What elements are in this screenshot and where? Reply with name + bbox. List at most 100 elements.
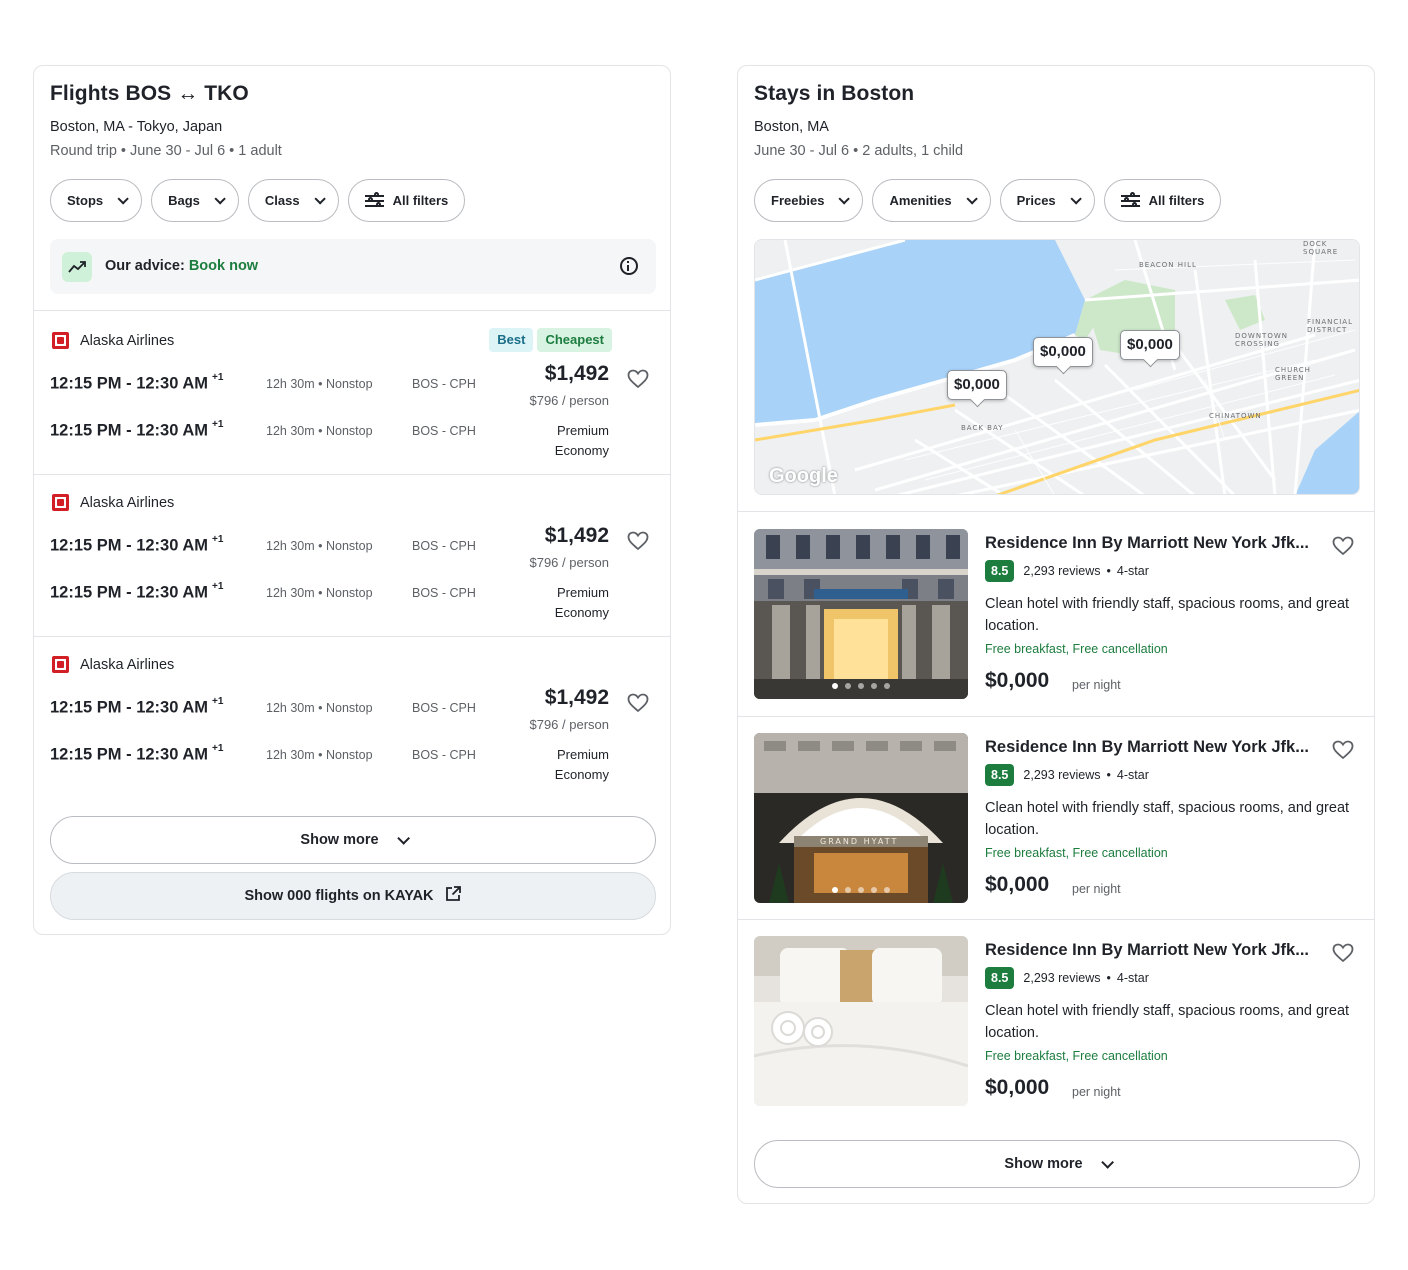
heart-icon[interactable]	[1332, 536, 1354, 556]
chevron-down-icon	[966, 192, 978, 205]
leg-duration: 12h 30m • Nonstop	[266, 701, 373, 715]
all-filters-button[interactable]: All filters	[347, 179, 466, 222]
hotel-map[interactable]: BEACON HILL BACK BAY CHINATOWN DOWNTOWN …	[754, 239, 1360, 495]
carousel-dots[interactable]	[754, 887, 968, 893]
heart-icon[interactable]	[627, 693, 649, 713]
hotel-name[interactable]: Residence Inn By Marriott New York Jfk..…	[985, 941, 1315, 960]
hotel-description: Clean hotel with friendly staff, spaciou…	[985, 596, 1350, 634]
carousel-dots[interactable]	[754, 683, 968, 689]
airline-name: Alaska Airlines	[80, 495, 175, 511]
amenities-filter-button[interactable]: Amenities	[872, 179, 991, 222]
flight-result[interactable]: Alaska Airlines 12:15 PM - 12:30 AM +1 12…	[34, 635, 670, 796]
separator-dot: •	[1106, 564, 1111, 578]
trending-up-icon	[62, 252, 92, 282]
show-more-label: Show more	[1004, 1156, 1083, 1172]
hotel-result[interactable]: GRAND HYATT Residence Inn By Marriott Ne…	[738, 716, 1374, 919]
heart-icon[interactable]	[627, 531, 649, 551]
show-more-stays-button[interactable]: Show more	[754, 1140, 1360, 1188]
advice-value: Book now	[188, 258, 259, 274]
advice-text: Our advice: Book now	[105, 258, 258, 274]
hotel-price: $0,000	[985, 1076, 1050, 1099]
price-per-person: $796 / person	[529, 717, 609, 732]
rating-score: 8.5	[985, 764, 1015, 786]
stops-filter-label: Stops	[67, 193, 104, 208]
info-icon[interactable]	[620, 257, 638, 275]
next-day-marker: +1	[212, 696, 224, 707]
price-per-person: $796 / person	[529, 393, 609, 408]
airline-name: Alaska Airlines	[80, 333, 175, 349]
map-label-chinatown: CHINATOWN	[1209, 412, 1262, 420]
flight-filters: Stops Bags Class All filters	[50, 179, 466, 222]
flight-leg: 12:15 PM - 12:30 AM +1 12h 30m • Nonstop …	[50, 372, 520, 396]
heart-icon[interactable]	[1332, 943, 1354, 963]
hotel-name[interactable]: Residence Inn By Marriott New York Jfk..…	[985, 738, 1315, 757]
hotel-photo-facade[interactable]	[754, 529, 968, 699]
chevron-down-icon	[1070, 192, 1082, 205]
leg-times-text: 12:15 PM - 12:30 AM	[50, 698, 209, 717]
leg-times-text: 12:15 PM - 12:30 AM	[50, 583, 209, 602]
flight-result[interactable]: Alaska Airlines 12:15 PM - 12:30 AM +1 12…	[34, 473, 670, 634]
leg-route: BOS - CPH	[412, 748, 476, 762]
next-day-marker: +1	[212, 419, 224, 430]
heart-icon[interactable]	[1332, 740, 1354, 760]
airline-logo	[52, 656, 69, 673]
leg-duration: 12h 30m • Nonstop	[266, 377, 373, 391]
stay-filters: Freebies Amenities Prices All filters	[754, 179, 1222, 222]
star-class: 4-star	[1116, 768, 1149, 782]
flights-title: Flights BOS ↔ TKO	[50, 82, 249, 105]
cabin-class: Premium Economy	[554, 423, 609, 458]
bags-filter-button[interactable]: Bags	[151, 179, 239, 222]
leg-times-text: 12:15 PM - 12:30 AM	[50, 745, 209, 764]
stops-filter-button[interactable]: Stops	[50, 179, 143, 222]
price-per-person: $796 / person	[529, 555, 609, 570]
rating-score: 8.5	[985, 560, 1015, 582]
per-night-label: per night	[1072, 1085, 1121, 1099]
map-label-dock-square: DOCK SQUARE	[1303, 240, 1339, 256]
review-count: 2,293 reviews	[1023, 564, 1101, 578]
per-night-label: per night	[1072, 678, 1121, 692]
next-day-marker: +1	[212, 743, 224, 754]
chevron-down-icon	[117, 192, 129, 205]
hotel-description: Clean hotel with friendly staff, spaciou…	[985, 800, 1350, 838]
map-label-back-bay: BACK BAY	[961, 424, 1004, 432]
hotel-photo-bed[interactable]	[754, 936, 968, 1106]
map-label-financial-district: FINANCIAL DISTRICT	[1307, 318, 1353, 334]
all-filters-button[interactable]: All filters	[1103, 179, 1222, 222]
hotel-result[interactable]: Residence Inn By Marriott New York Jfk..…	[738, 512, 1374, 715]
show-more-flights-button[interactable]: Show more	[50, 816, 656, 864]
hotel-price: $0,000	[985, 873, 1050, 896]
leg-times: 12:15 PM - 12:30 AM +1	[50, 372, 223, 394]
show-kayak-label: Show 000 flights on KAYAK	[244, 888, 434, 904]
chevron-down-icon	[396, 831, 410, 845]
flight-leg: 12:15 PM - 12:30 AM +1 12h 30m • Nonstop …	[50, 696, 520, 720]
airline-logo	[52, 494, 69, 511]
flights-details: Round trip • June 30 - Jul 6 • 1 adult	[50, 143, 282, 159]
hotel-result[interactable]: Residence Inn By Marriott New York Jfk..…	[738, 919, 1374, 1122]
leg-route: BOS - CPH	[412, 586, 476, 600]
hotel-photo-grand-hyatt[interactable]: GRAND HYATT	[754, 733, 968, 903]
flight-price: $1,492	[544, 362, 609, 385]
heart-icon[interactable]	[627, 369, 649, 389]
leg-times-text: 12:15 PM - 12:30 AM	[50, 421, 209, 440]
bags-filter-label: Bags	[168, 193, 200, 208]
leg-times: 12:15 PM - 12:30 AM +1	[50, 743, 224, 765]
freebies-filter-button[interactable]: Freebies	[754, 179, 864, 222]
map-price-pin[interactable]: $0,000	[1033, 337, 1093, 367]
chevron-down-icon	[1100, 1155, 1114, 1169]
stays-location: Boston, MA	[754, 119, 829, 135]
prices-filter-button[interactable]: Prices	[999, 179, 1095, 222]
map-price-pin[interactable]: $0,000	[947, 370, 1007, 400]
best-badge: Best	[489, 328, 534, 352]
hotel-description: Clean hotel with friendly staff, spaciou…	[985, 1003, 1350, 1041]
show-on-kayak-button[interactable]: Show 000 flights on KAYAK	[50, 872, 656, 920]
hotel-name[interactable]: Residence Inn By Marriott New York Jfk..…	[985, 534, 1315, 553]
class-filter-button[interactable]: Class	[247, 179, 339, 222]
sliders-icon	[1120, 192, 1140, 208]
rating-score: 8.5	[985, 967, 1015, 989]
advice-banner: Our advice: Book now	[50, 239, 656, 294]
map-price-pin[interactable]: $0,000	[1120, 330, 1180, 360]
all-filters-label: All filters	[1148, 193, 1205, 208]
flight-result[interactable]: Alaska Airlines Best Cheapest 12:15 PM -…	[34, 311, 670, 472]
flights-route: Boston, MA - Tokyo, Japan	[50, 119, 223, 135]
hotel-price: $0,000	[985, 669, 1050, 692]
